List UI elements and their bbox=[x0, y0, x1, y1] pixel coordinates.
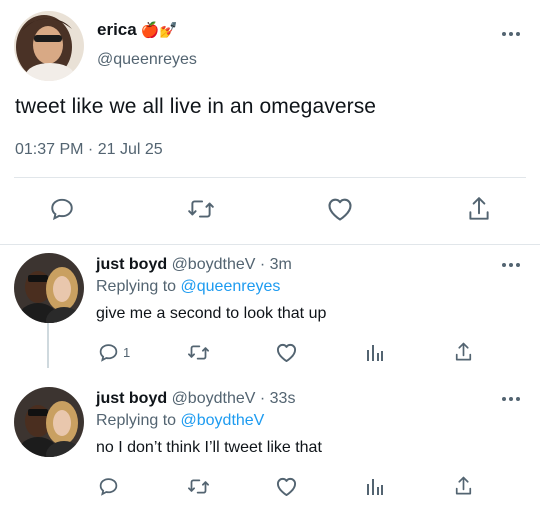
reply-button[interactable] bbox=[98, 476, 123, 497]
reply-icon bbox=[51, 198, 73, 221]
retweet-button[interactable] bbox=[187, 196, 215, 222]
handle[interactable]: @boydtheV bbox=[172, 256, 256, 273]
main-tweet: erica 🍎💅 @queenreyes tweet like we all l… bbox=[0, 0, 540, 245]
analytics-icon bbox=[367, 479, 383, 495]
share-button[interactable] bbox=[453, 475, 474, 497]
reply-header: just boyd @boydtheV · 3m bbox=[96, 256, 292, 274]
reply-button[interactable]: 1 bbox=[98, 342, 130, 363]
like-button[interactable] bbox=[275, 476, 298, 497]
like-icon bbox=[276, 343, 297, 363]
display-name[interactable]: just boyd bbox=[96, 390, 167, 407]
reply-icon bbox=[99, 344, 118, 362]
more-icon[interactable] bbox=[500, 258, 522, 272]
replying-to: Replying to @queenreyes bbox=[96, 278, 280, 296]
display-name[interactable]: just boyd bbox=[96, 256, 167, 273]
replying-prefix: Replying to bbox=[96, 412, 177, 429]
handle[interactable]: @queenreyes bbox=[97, 51, 197, 69]
thread-line bbox=[47, 320, 49, 368]
retweet-button[interactable] bbox=[187, 476, 210, 497]
retweet-icon bbox=[188, 479, 209, 494]
relative-time[interactable]: · 3m bbox=[260, 256, 292, 273]
share-button[interactable] bbox=[453, 341, 474, 363]
like-button[interactable] bbox=[275, 342, 298, 363]
name-emojis: 🍎💅 bbox=[140, 22, 179, 39]
more-icon[interactable] bbox=[500, 27, 522, 41]
replying-prefix: Replying to bbox=[96, 278, 177, 295]
analytics-button[interactable] bbox=[365, 476, 385, 497]
like-icon bbox=[276, 477, 297, 497]
tweet-text: no I don’t think I’ll tweet like that bbox=[96, 439, 322, 456]
reply-count: 1 bbox=[123, 345, 131, 360]
display-name-text: erica bbox=[97, 20, 137, 39]
share-icon bbox=[469, 197, 489, 220]
like-icon bbox=[328, 198, 352, 221]
divider bbox=[0, 244, 540, 245]
retweet-icon bbox=[188, 345, 209, 360]
mention-link[interactable]: @queenreyes bbox=[181, 278, 281, 295]
avatar[interactable] bbox=[14, 387, 84, 457]
divider bbox=[14, 177, 526, 178]
analytics-icon bbox=[367, 345, 383, 361]
share-icon bbox=[455, 342, 472, 361]
timestamp[interactable]: 01:37 PM · 21 Jul 25 bbox=[15, 141, 163, 159]
relative-time[interactable]: · 33s bbox=[260, 390, 296, 407]
share-button[interactable] bbox=[466, 195, 492, 223]
tweet-text: give me a second to look that up bbox=[96, 305, 327, 322]
like-button[interactable] bbox=[326, 196, 354, 222]
reply-header: just boyd @boydtheV · 33s bbox=[96, 390, 295, 408]
retweet-icon bbox=[188, 200, 214, 218]
avatar[interactable] bbox=[14, 253, 84, 323]
display-name[interactable]: erica 🍎💅 bbox=[97, 20, 178, 40]
avatar[interactable] bbox=[14, 11, 84, 81]
handle[interactable]: @boydtheV bbox=[172, 390, 256, 407]
replying-to: Replying to @boydtheV bbox=[96, 412, 264, 430]
mention-link[interactable]: @boydtheV bbox=[181, 412, 265, 429]
analytics-button[interactable] bbox=[365, 342, 385, 363]
reply-icon bbox=[99, 478, 118, 496]
more-icon[interactable] bbox=[500, 392, 522, 406]
reply-button[interactable] bbox=[49, 196, 75, 222]
retweet-button[interactable] bbox=[187, 342, 210, 363]
share-icon bbox=[455, 476, 472, 495]
tweet-text: tweet like we all live in an omegaverse bbox=[15, 95, 377, 118]
